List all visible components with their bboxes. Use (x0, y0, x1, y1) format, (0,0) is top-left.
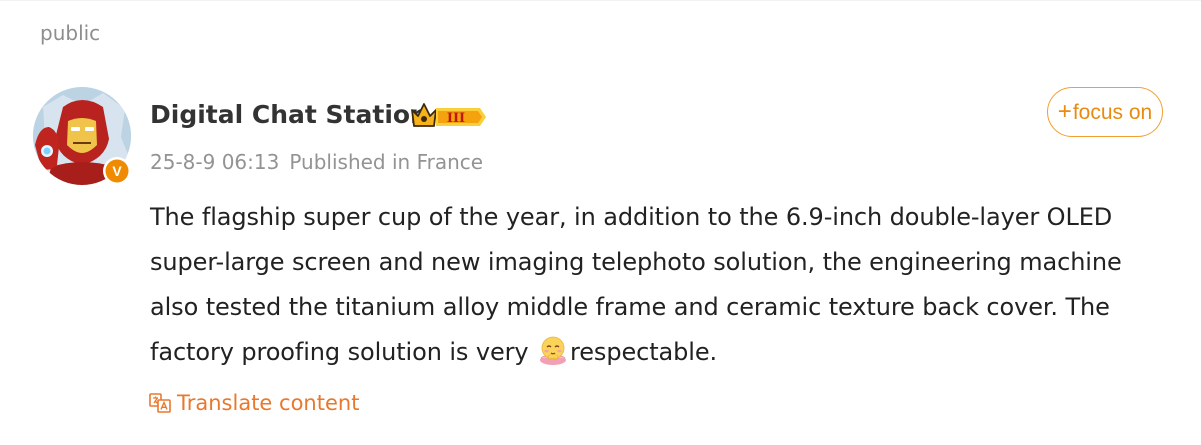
post-text-line: also tested the titanium alloy middle fr… (150, 293, 1110, 321)
translate-content-link[interactable]: Translate content (148, 389, 359, 417)
post-date[interactable]: 25-8-9 06:13 (150, 150, 279, 174)
svg-text:III: III (447, 111, 465, 126)
post-text-line-last: factory proofing solution is very respec… (150, 330, 1180, 375)
post-text-line: super-large screen and new imaging telep… (150, 248, 1122, 276)
verified-badge-icon: V (102, 156, 132, 186)
post-text: The flagship super cup of the year, in a… (150, 195, 1180, 375)
top-divider (0, 0, 1201, 1)
follow-button-label: focus on (1072, 101, 1153, 124)
author-name[interactable]: Digital Chat Station (150, 98, 428, 132)
avatar[interactable]: V (33, 87, 131, 185)
respectful-face-emoji-icon (537, 334, 569, 366)
post-text-line: The flagship super cup of the year, in a… (150, 203, 1113, 231)
follow-button[interactable]: +focus on (1047, 87, 1163, 137)
post-text-segment: factory proofing solution is very (150, 338, 537, 366)
translate-icon (149, 393, 171, 413)
weibo-post-card: public V Digital Chat Station III 25-8-9… (0, 0, 1201, 445)
crown-rank-badge-icon[interactable]: III (410, 100, 488, 130)
plus-icon: + (1057, 98, 1072, 125)
post-meta: 25-8-9 06:13 Published in France (150, 148, 483, 176)
translate-content-label: Translate content (177, 391, 360, 415)
visibility-label: public (40, 21, 101, 45)
post-location: Published in France (289, 150, 484, 174)
svg-text:V: V (112, 163, 122, 179)
post-text-segment: respectable. (570, 338, 718, 366)
